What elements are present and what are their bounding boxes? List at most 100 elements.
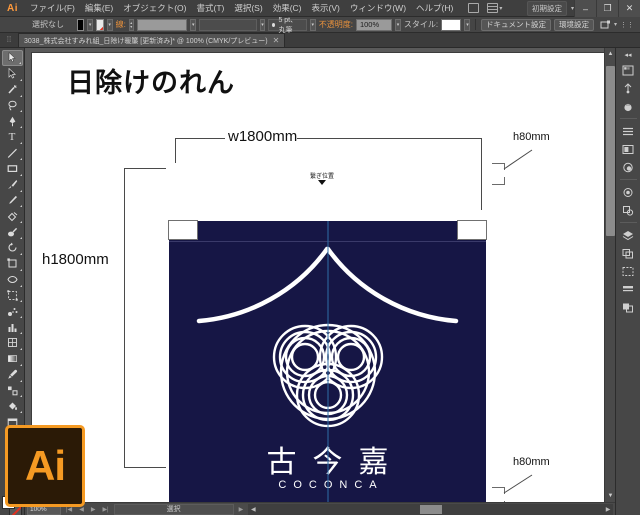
brush-dot-icon (272, 23, 275, 27)
blob-brush-tool[interactable] (2, 224, 23, 240)
appearance-panel-icon[interactable] (618, 140, 638, 158)
stroke-weight-chevron-icon[interactable]: ▾ (190, 19, 196, 31)
noren-artwork[interactable]: 古今嘉 COCONCA (169, 221, 486, 502)
stroke-color-swatch[interactable] (96, 19, 104, 31)
minimize-button[interactable]: – (574, 0, 596, 17)
stroke-weight-field[interactable] (137, 19, 188, 31)
rectangle-tool[interactable] (2, 161, 23, 177)
brush-definition-field[interactable]: 5 pt、丸筆 (268, 19, 306, 31)
stroke-panel-icon[interactable] (618, 280, 638, 298)
pencil-tool[interactable] (2, 193, 23, 209)
blend-tool[interactable] (2, 383, 23, 399)
menu-effect[interactable]: 効果(C) (268, 0, 307, 16)
menu-view[interactable]: 表示(V) (307, 0, 345, 16)
stroke-weight-stepper[interactable]: ▴▾ (129, 19, 134, 31)
pen-tool[interactable] (2, 113, 23, 129)
selection-tool[interactable] (2, 50, 23, 66)
close-button[interactable]: ✕ (618, 0, 640, 17)
fill-color-swatch[interactable] (77, 19, 85, 31)
line-segment-tool[interactable] (2, 145, 23, 161)
canvas-vertical-scrollbar[interactable]: ▲ ▼ (604, 48, 615, 502)
canvas-horizontal-scrollbar[interactable]: ◀ ▶ (248, 504, 613, 515)
maximize-button[interactable]: ❐ (596, 0, 618, 17)
last-artboard-icon[interactable]: ▶| (100, 506, 110, 513)
horizontal-scroll-thumb[interactable] (420, 505, 442, 514)
eyedropper-tool[interactable] (2, 367, 23, 383)
screen-mode-icon[interactable] (468, 3, 479, 13)
pole-sleeve-top-left (168, 220, 198, 240)
align-panel-icon[interactable] (618, 122, 638, 140)
scale-tool[interactable] (2, 256, 23, 272)
dim-height-tick-bottom (124, 467, 166, 468)
dim-height-line (124, 168, 125, 468)
lasso-tool[interactable] (2, 98, 23, 114)
gradient-tool[interactable] (2, 351, 23, 367)
dim-width-line-right (297, 138, 482, 139)
stroke-profile-field[interactable] (199, 19, 256, 31)
shape-builder-tool[interactable] (2, 208, 23, 224)
vertical-scroll-thumb[interactable] (606, 66, 615, 236)
color-panel-icon[interactable] (618, 61, 638, 79)
menu-window[interactable]: ウィンドウ(W) (345, 0, 411, 16)
transparency-panel-icon[interactable] (618, 262, 638, 280)
document-tab[interactable]: 3038_株式会社すみれ組_日除け暖簾 [更新済み]* @ 100% (CMYK… (18, 33, 285, 47)
symbols-panel-icon[interactable] (618, 201, 638, 219)
dock-divider (620, 118, 637, 119)
swatches-panel-icon[interactable] (618, 97, 638, 115)
document-tab-bar: ⁞⁞ 3038_株式会社すみれ組_日除け暖簾 [更新済み]* @ 100% (C… (0, 33, 640, 48)
scroll-left-icon[interactable]: ◀ (248, 504, 258, 515)
graphic-styles-panel-icon[interactable] (618, 158, 638, 176)
brushes-panel-icon[interactable] (618, 183, 638, 201)
menu-object[interactable]: オブジェクト(O) (118, 0, 191, 16)
menu-help[interactable]: ヘルプ(H) (411, 0, 458, 16)
transform-icon[interactable] (600, 20, 611, 30)
rotate-tool[interactable] (2, 240, 23, 256)
canvas-scroll-region[interactable]: 日除けのれん w1800mm h1800mm (25, 48, 615, 502)
scroll-up-icon[interactable]: ▲ (606, 49, 615, 59)
artboards-panel-icon[interactable] (618, 244, 638, 262)
status-chevron-icon[interactable]: ▶ (237, 506, 246, 513)
free-transform-tool[interactable] (2, 288, 23, 304)
menu-file[interactable]: ファイル(F) (25, 0, 80, 16)
column-graph-tool[interactable] (2, 319, 23, 335)
opacity-field[interactable]: 100% (356, 19, 392, 31)
stroke-swatch-chevron-icon[interactable]: ▾ (107, 19, 113, 31)
menu-type[interactable]: 書式(T) (191, 0, 229, 16)
menu-select[interactable]: 選択(S) (229, 0, 267, 16)
artboard[interactable]: 日除けのれん w1800mm h1800mm (32, 53, 607, 502)
pathfinder-panel-icon[interactable] (618, 298, 638, 316)
close-icon[interactable]: ✕ (273, 36, 280, 45)
next-artboard-icon[interactable]: ▶ (89, 506, 98, 513)
status-text-field[interactable]: 選択 (114, 504, 234, 515)
scroll-right-icon[interactable]: ▶ (603, 504, 613, 515)
opacity-chevron-icon[interactable]: ▾ (395, 19, 401, 31)
menu-edit[interactable]: 編集(E) (80, 0, 118, 16)
transform-chevron-icon[interactable]: ▾ (614, 21, 617, 28)
artboard-title-text: 日除けのれん (67, 61, 235, 100)
preferences-button[interactable]: 環境設定 (554, 19, 594, 31)
brush-definition-chevron-icon[interactable]: ▾ (310, 19, 316, 31)
stroke-profile-chevron-icon[interactable]: ▾ (260, 19, 266, 31)
scroll-down-icon[interactable]: ▼ (606, 491, 615, 501)
dim-top-sleeve-leader2 (492, 184, 505, 185)
workspace-switcher[interactable]: 初期設定 (527, 1, 567, 16)
layers-panel-icon[interactable] (618, 226, 638, 244)
document-setup-button[interactable]: ドキュメント設定 (481, 19, 551, 31)
control-bar-overflow-icon[interactable]: ⋮⋮ (620, 21, 636, 29)
graphic-style-swatch[interactable] (441, 19, 461, 31)
arrange-documents-icon[interactable] (487, 3, 498, 13)
collapse-panels-icon[interactable]: ◂◂ (624, 51, 631, 59)
live-paint-bucket-tool[interactable] (2, 398, 23, 414)
tab-bar-grip[interactable]: ⁞⁞ (0, 32, 18, 47)
width-tool[interactable] (2, 272, 23, 288)
symbol-sprayer-tool[interactable] (2, 303, 23, 319)
fill-swatch-chevron-icon[interactable]: ▾ (87, 19, 93, 31)
direct-selection-tool[interactable] (2, 66, 23, 82)
seam-position-label: 繋ぎ位置 (287, 171, 357, 180)
graphic-style-chevron-icon[interactable]: ▾ (464, 19, 470, 31)
paintbrush-tool[interactable] (2, 177, 23, 193)
mesh-tool[interactable] (2, 335, 23, 351)
color-guide-panel-icon[interactable] (618, 79, 638, 97)
magic-wand-tool[interactable] (2, 82, 23, 98)
type-tool[interactable]: T (2, 129, 23, 145)
